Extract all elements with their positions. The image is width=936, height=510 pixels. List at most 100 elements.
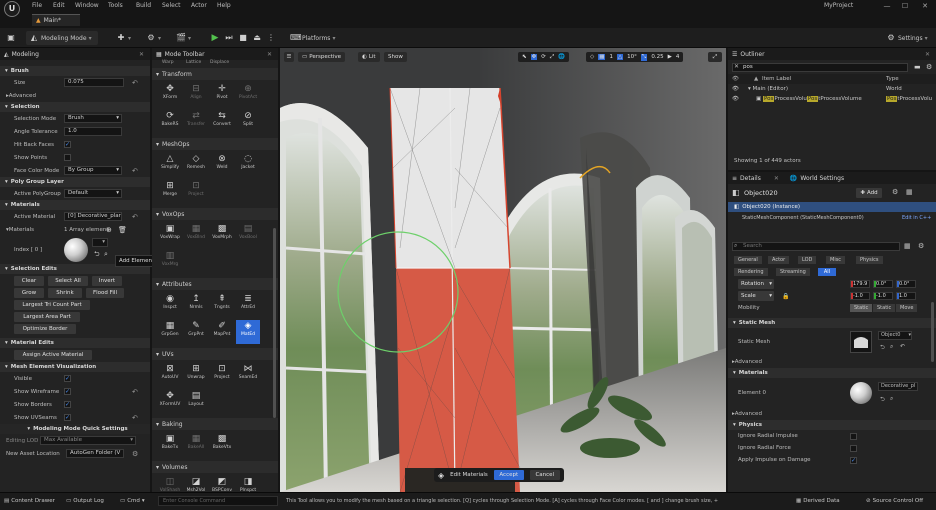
source-control-button[interactable]: ⊘ Source Control Off [866, 498, 923, 504]
mesh-visualization-section[interactable]: ▾ Mesh Element Visualization [0, 362, 150, 372]
toolgroup-uvs[interactable]: ▾ UVs [152, 348, 278, 360]
clear-button[interactable]: Clear [14, 276, 44, 286]
assign-material-button[interactable]: Assign Active Material [14, 350, 92, 360]
static-mesh-thumbnail[interactable] [850, 331, 872, 353]
tool-layout[interactable]: ▤ Layout [184, 390, 208, 414]
filter-all[interactable]: All [818, 268, 836, 276]
show-points-checkbox[interactable] [64, 154, 71, 161]
tool-voxmrph[interactable]: ▩ VoxMrph [210, 223, 234, 247]
poly-group-section[interactable]: ▾ Poly Group Layer [0, 177, 150, 187]
blueprint-icon[interactable]: ⚙ [892, 188, 898, 196]
grid-snap-icon[interactable]: ▦ [598, 54, 606, 60]
delete-icon[interactable]: 🗑 [118, 226, 127, 234]
hit-back-faces-checkbox[interactable]: ✓ [64, 141, 71, 148]
tool-voxwrap[interactable]: ▣ VoxWrap [158, 223, 182, 247]
tool-voxblnd[interactable]: ▦ VoxBlnd [184, 223, 208, 247]
settings-icon[interactable]: ⚙ [926, 63, 932, 71]
menu-select[interactable]: Select [162, 2, 181, 9]
scale-label[interactable]: Scale ▾ [738, 291, 774, 301]
reset-icon[interactable]: ↶ [132, 79, 138, 87]
use-selected-icon[interactable]: ⮌ [880, 395, 885, 405]
reset-icon[interactable]: ↶ [132, 167, 138, 175]
rotation-label[interactable]: Rotation ▾ [738, 279, 774, 289]
tool-unwrap[interactable]: ⊞ Unwrap [184, 363, 208, 387]
tool-pivotact[interactable]: ⊕ PivotAct [236, 83, 260, 107]
mobility-movable[interactable]: Move [896, 304, 918, 312]
show-uvseams-checkbox[interactable]: ✓ [64, 414, 71, 421]
menu-edit[interactable]: Edit [53, 2, 65, 9]
tool-bspconv[interactable]: ◩ BSPConv [210, 476, 234, 492]
accept-button[interactable]: Accept [493, 470, 524, 480]
tool-transfer[interactable]: ⇄ Transfer [184, 110, 208, 134]
tool-merge[interactable]: ⊞ Merge [158, 180, 182, 204]
world-settings-tab[interactable]: World Settings [800, 175, 844, 182]
toolgroup-volumes[interactable]: ▾ Volumes [152, 461, 278, 473]
tool-mappnt[interactable]: ✐ MapPnt [210, 320, 234, 344]
tool-remesh[interactable]: ◇ Remesh [184, 153, 208, 177]
outliner-search-input[interactable]: pos [732, 63, 908, 72]
perspective-dropdown[interactable]: ▭ Perspective [298, 52, 346, 62]
menu-build[interactable]: Build [136, 2, 151, 9]
warp-label[interactable]: Warp [162, 60, 174, 65]
settings-button[interactable]: ⚙ Settings ▾ [886, 31, 927, 45]
select-all-button[interactable]: Select All [48, 276, 88, 286]
rotation-z-field[interactable]: 0.0° [896, 280, 916, 288]
filter-lod[interactable]: LOD [798, 256, 817, 264]
mode-selector[interactable]: ◭ Modeling Mode ▾ [26, 31, 98, 45]
unreal-logo-icon[interactable]: U [4, 1, 20, 17]
element-material-dropdown[interactable]: Decorative_pl [878, 382, 918, 391]
menu-help[interactable]: Help [217, 2, 231, 9]
toolgroup-baking[interactable]: ▾ Baking [152, 418, 278, 430]
item-label-column[interactable]: Item Label [762, 76, 791, 82]
visible-checkbox[interactable]: ✓ [64, 375, 71, 382]
optimize-border-button[interactable]: Optimize Border [14, 324, 76, 334]
tool-seamed[interactable]: ⋈ SeamEd [236, 363, 260, 387]
camera-speed-icon[interactable]: ▶ [668, 54, 672, 60]
material-picker-dropdown[interactable]: ▾ [92, 238, 108, 247]
toolbar-scrollbar[interactable] [273, 228, 276, 418]
physics-section[interactable]: ▾ Physics [728, 420, 936, 430]
static-mesh-dropdown[interactable]: Object0 ▾ [878, 331, 912, 340]
rotate-icon[interactable]: ⟳ [541, 54, 546, 60]
static-mesh-section[interactable]: ▾ Static Mesh [728, 318, 936, 328]
visibility-icon[interactable]: 👁 [732, 86, 739, 92]
details-scrollbar[interactable] [931, 302, 934, 362]
tool-simplify[interactable]: △ Simplify [158, 153, 182, 177]
reset-icon[interactable]: ↶ [132, 213, 138, 221]
scale-y-field[interactable]: -1.0 [873, 292, 893, 300]
use-selected-icon[interactable]: ⮌ [880, 343, 885, 353]
use-selected-icon[interactable]: ⮌ [94, 250, 100, 261]
tool-bakevtx[interactable]: ▩ BakeVtx [210, 433, 234, 457]
scale-snap-icon[interactable]: ⤡ [640, 53, 648, 61]
tool-xform[interactable]: ✥ XForm [158, 83, 182, 107]
rotate-snap-icon[interactable]: △ [616, 54, 624, 60]
instance-row[interactable]: ◧ Object020 (Instance) [728, 202, 936, 212]
active-polygroup-dropdown[interactable]: Default ▾ [64, 189, 122, 198]
add-actor-button[interactable]: ✚ ▾ [116, 31, 131, 45]
flood-fill-button[interactable]: Flood Fill [86, 288, 124, 298]
filter-general[interactable]: General [734, 256, 762, 264]
platforms-button[interactable]: ⌨ Platforms ▾ [290, 31, 335, 45]
materials-section[interactable]: ▾ Materials [728, 368, 936, 378]
tool-weld[interactable]: ⊗ Weld [210, 153, 234, 177]
tool-mated[interactable]: ◈ MatEd [236, 320, 260, 344]
ignore-radial-force-checkbox[interactable] [850, 444, 857, 452]
browse-icon[interactable]: ⌕ [104, 250, 108, 259]
material-thumbnail[interactable] [64, 238, 88, 262]
grow-button[interactable]: Grow [14, 288, 44, 298]
eject-button[interactable]: ⏏ [252, 31, 262, 45]
toolgroup-transform[interactable]: ▾ Transform [152, 68, 278, 80]
toolgroup-attributes[interactable]: ▾ Attributes [152, 278, 278, 290]
mobility-static[interactable]: Static [850, 304, 873, 312]
lit-dropdown[interactable]: ◐ Lit [358, 52, 380, 62]
translate-icon[interactable]: ✥ [530, 54, 538, 60]
visibility-icon[interactable]: 👁 [732, 96, 739, 102]
type-column[interactable]: Type [886, 76, 899, 82]
element-material-thumbnail[interactable] [850, 382, 872, 404]
selection-section[interactable]: ▾ Selection [0, 102, 150, 112]
size-field[interactable]: 0.075 [64, 78, 124, 87]
tool-convert[interactable]: ⇆ Convert [210, 110, 234, 134]
maximize-viewport-icon[interactable]: ⤢ [708, 52, 722, 62]
outliner-tab[interactable]: ☰ Outliner ✕ [728, 48, 936, 60]
close-icon[interactable]: ✕ [918, 0, 932, 12]
